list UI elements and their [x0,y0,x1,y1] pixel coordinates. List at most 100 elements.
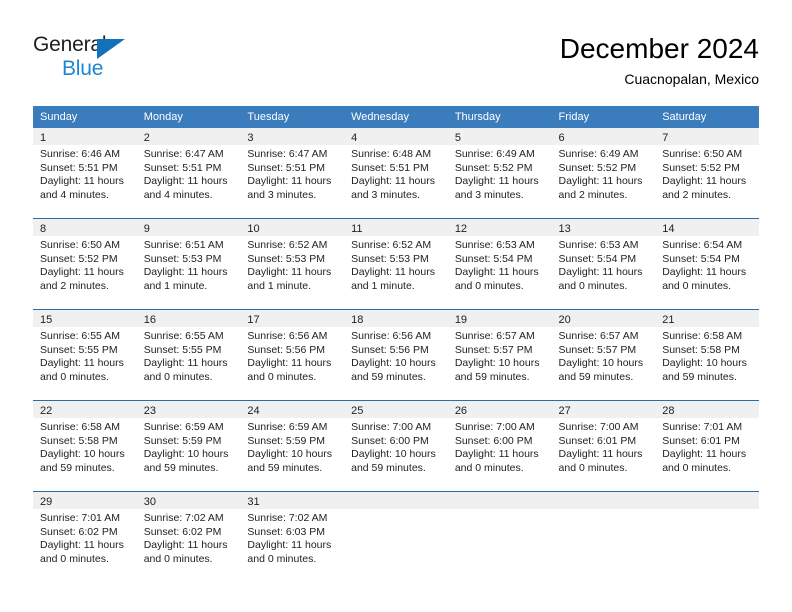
general-blue-logo[interactable]: General Blue [33,34,153,86]
day-number: 12 [454,223,468,235]
sunrise-text: Sunrise: 7:01 AM [40,512,120,524]
day-cell-27[interactable]: 27 [551,400,656,418]
day-cell-12[interactable]: 12 [447,218,552,236]
day-number: 2 [143,132,150,144]
day-detail-15: Sunrise: 6:55 AM Sunset: 5:55 PM Dayligh… [33,327,137,401]
day-cell-22[interactable]: 22 [33,400,137,418]
daylight-text-line2: and 3 minutes. [454,188,524,201]
sunrise-text: Sunrise: 6:52 AM [247,239,328,251]
day-cell-11[interactable]: 11 [344,218,448,236]
daylight-text-line1: Daylight: 10 hours [454,357,540,369]
day-cell-1[interactable]: 1 [33,128,137,145]
day-number: 29 [40,496,53,508]
day-cell-24[interactable]: 24 [240,400,345,418]
day-cell-25[interactable]: 25 [344,400,448,418]
daylight-text-line1: Daylight: 10 hours [558,357,644,369]
daylight-text-line1: Daylight: 10 hours [143,448,229,460]
weekday-header-tuesday: Tuesday [240,106,345,128]
page-header: General Blue December 2024 Cuacnopalan, … [0,0,792,100]
daylight-text-line1: Daylight: 11 hours [454,175,539,187]
daylight-text-line2: and 0 minutes. [558,461,628,474]
day-number: 5 [454,132,461,144]
daylight-text-line2: and 4 minutes. [143,188,213,201]
day-cell-9[interactable]: 9 [136,218,241,236]
sunset-text: Sunset: 6:02 PM [143,525,222,538]
day-cell-16[interactable]: 16 [136,309,241,327]
day-cell-14[interactable]: 14 [655,218,759,236]
daylight-text-line1: Daylight: 11 hours [662,175,747,187]
day-cell-30[interactable]: 30 [136,491,241,509]
sunset-text: Sunset: 5:58 PM [40,434,118,447]
daylight-text-line1: Daylight: 11 hours [662,266,747,278]
day-number: 31 [247,496,260,508]
day-number: 17 [247,314,260,326]
day-detail-4: Sunrise: 6:48 AM Sunset: 5:51 PM Dayligh… [344,145,448,219]
day-cell-4[interactable]: 4 [344,128,448,145]
daylight-text-line1: Daylight: 11 hours [143,266,228,278]
sunrise-text: Sunrise: 6:55 AM [40,330,120,342]
day-cell-26[interactable]: 26 [447,400,552,418]
day-detail-24: Sunrise: 6:59 AM Sunset: 5:59 PM Dayligh… [240,418,345,492]
day-number: 28 [662,405,675,417]
sunset-text: Sunset: 5:51 PM [351,161,429,174]
sunset-text: Sunset: 6:01 PM [662,434,740,447]
day-cell-empty-2 [447,491,552,509]
sunset-text: Sunset: 5:51 PM [143,161,222,174]
day-cell-10[interactable]: 10 [240,218,345,236]
sunset-text: Sunset: 6:00 PM [351,434,429,447]
week-row-daynums: 29 30 31 [33,491,759,509]
day-cell-19[interactable]: 19 [447,309,552,327]
sunset-text: Sunset: 5:55 PM [40,343,118,356]
day-detail-13: Sunrise: 6:53 AM Sunset: 5:54 PM Dayligh… [551,236,656,310]
sunset-text: Sunset: 6:02 PM [40,525,118,538]
day-cell-6[interactable]: 6 [551,128,656,145]
day-cell-7[interactable]: 7 [655,128,759,145]
day-cell-empty-4 [655,491,759,509]
day-number: 7 [662,132,669,144]
sunset-text: Sunset: 5:58 PM [662,343,740,356]
sunset-text: Sunset: 5:55 PM [143,343,222,356]
day-cell-28[interactable]: 28 [655,400,759,418]
day-detail-empty-2 [447,509,552,582]
day-detail-5: Sunrise: 6:49 AM Sunset: 5:52 PM Dayligh… [447,145,552,219]
day-cell-21[interactable]: 21 [655,309,759,327]
day-cell-8[interactable]: 8 [33,218,137,236]
daylight-text-line2: and 59 minutes. [558,370,634,383]
day-number: 8 [40,223,47,235]
daylight-text-line1: Daylight: 11 hours [247,266,332,278]
day-detail-27: Sunrise: 7:00 AM Sunset: 6:01 PM Dayligh… [551,418,656,492]
week-row-details: Sunrise: 6:50 AM Sunset: 5:52 PM Dayligh… [33,236,759,310]
daylight-text-line1: Daylight: 10 hours [247,448,333,460]
day-cell-15[interactable]: 15 [33,309,137,327]
daylight-text-line1: Daylight: 11 hours [351,266,435,278]
daylight-text-line1: Daylight: 11 hours [40,539,124,551]
day-number: 19 [454,314,468,326]
day-detail-19: Sunrise: 6:57 AM Sunset: 5:57 PM Dayligh… [447,327,552,401]
day-cell-3[interactable]: 3 [240,128,345,145]
day-number: 16 [143,314,156,326]
sunrise-text: Sunrise: 6:49 AM [558,148,639,160]
daylight-text-line1: Daylight: 11 hours [40,357,124,369]
day-number: 23 [143,405,156,417]
day-cell-13[interactable]: 13 [551,218,656,236]
day-cell-31[interactable]: 31 [240,491,345,509]
sunrise-text: Sunrise: 6:56 AM [247,330,328,342]
daylight-text-line1: Daylight: 10 hours [351,448,436,460]
day-cell-17[interactable]: 17 [240,309,345,327]
page-title: December 2024 [559,33,759,64]
day-number: 26 [454,405,468,417]
day-cell-5[interactable]: 5 [447,128,552,145]
day-cell-23[interactable]: 23 [136,400,241,418]
day-number [344,499,448,502]
day-cell-29[interactable]: 29 [33,491,137,509]
day-cell-20[interactable]: 20 [551,309,656,327]
day-cell-2[interactable]: 2 [136,128,241,145]
sunrise-text: Sunrise: 6:52 AM [351,239,432,251]
sunset-text: Sunset: 5:54 PM [454,252,533,265]
daylight-text-line1: Daylight: 11 hours [40,266,124,278]
week-row-details: Sunrise: 6:46 AM Sunset: 5:51 PM Dayligh… [33,145,759,219]
sunset-text: Sunset: 5:52 PM [662,161,740,174]
week-row-daynums: 8 9 10 11 12 13 14 [33,218,759,236]
title-block: December 2024 Cuacnopalan, Mexico [560,32,759,89]
day-cell-18[interactable]: 18 [344,309,448,327]
